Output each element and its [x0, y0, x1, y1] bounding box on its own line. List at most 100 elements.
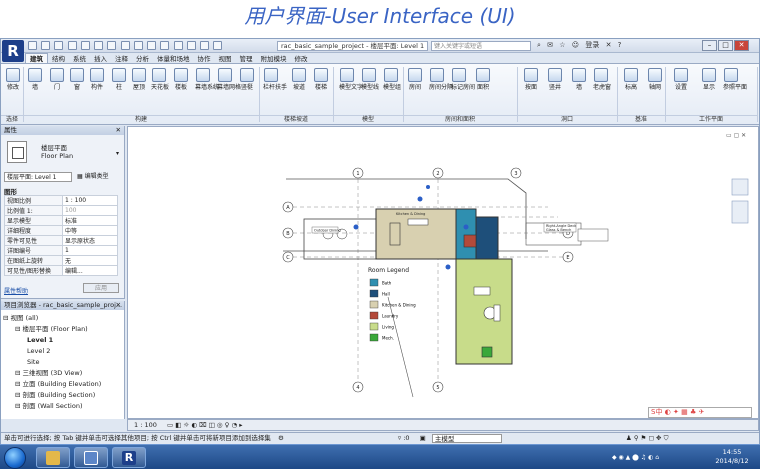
redo-icon[interactable] — [80, 41, 90, 50]
taskbar-app-2[interactable] — [74, 447, 108, 468]
filter-selection-icon[interactable]: ⛉ — [664, 434, 669, 442]
ribbon-group-label[interactable]: 选择 — [1, 115, 23, 124]
tray-icons[interactable]: ◆ ◉ ▲ ⬤ ♫ ◐ ⌂ — [612, 454, 659, 461]
ribbon-button-22[interactable]: 按面 — [523, 68, 539, 91]
ribbon-button-29[interactable]: 显示 — [701, 68, 717, 91]
taskbar-revit[interactable]: R — [112, 447, 146, 468]
app-logo-button[interactable]: R — [2, 40, 24, 62]
ribbon-button-2[interactable]: 门 — [49, 68, 65, 91]
ribbon-button-11[interactable]: 竖梃 — [239, 68, 255, 91]
select-pinned-icon[interactable]: ⚑ — [641, 434, 647, 442]
temporary-hide-icon[interactable]: ◎ — [217, 421, 223, 429]
dimension-icon[interactable] — [120, 41, 130, 50]
navigation-bar-icon[interactable] — [731, 200, 749, 224]
ribbon-button-30[interactable]: 参照平面 — [723, 68, 747, 91]
filter-icon[interactable]: ▿ — [398, 434, 401, 442]
edit-type-button[interactable]: ▦ 编辑类型 — [77, 172, 109, 182]
property-row[interactable]: 详图编号 1 — [4, 245, 118, 256]
property-value[interactable]: 1 : 100 — [62, 195, 118, 206]
start-button[interactable] — [4, 447, 26, 469]
properties-close-icon[interactable]: ✕ — [116, 126, 121, 135]
ribbon-button-16[interactable]: 模型线 — [361, 68, 379, 91]
property-row[interactable]: 视图比例 1 : 100 — [4, 195, 118, 206]
project-browser-close-icon[interactable]: ✕ — [116, 301, 121, 310]
ribbon-button-26[interactable]: 标高 — [623, 68, 639, 91]
view-scale[interactable]: 1 : 100 — [134, 421, 157, 429]
drawing-canvas[interactable]: A B C D E 1 2 3 4 5 Outdoor Dining Kitch… — [127, 126, 759, 419]
user-icon[interactable]: ☺ — [572, 41, 579, 49]
close-icon[interactable]: ✕ — [734, 40, 749, 51]
ribbon-button-27[interactable]: 轴网 — [647, 68, 663, 91]
thin-lines-icon[interactable] — [173, 41, 183, 50]
ribbon-button-19[interactable]: 房间分隔 — [429, 68, 453, 91]
tree-node[interactable]: ⊟ 立面 (Building Elevation) — [3, 379, 101, 390]
visual-style-icon[interactable]: ◧ — [175, 421, 181, 429]
ribbon-button-18[interactable]: 房间 — [407, 68, 423, 91]
qat-dropdown-icon[interactable] — [213, 41, 223, 50]
tree-node[interactable]: ⊟ 楼层平面 (Floor Plan) — [3, 324, 101, 335]
property-row[interactable]: 在图纸上旋转无 — [4, 255, 118, 266]
taskbar-explorer[interactable] — [36, 447, 70, 468]
ribbon-button-17[interactable]: 模型组 — [383, 68, 401, 91]
tree-expand-icon[interactable]: ⊟ — [15, 402, 23, 410]
switch-windows-icon[interactable] — [200, 41, 210, 50]
ribbon-button-4[interactable]: 构件 — [89, 68, 105, 91]
ribbon-button-12[interactable]: 栏杆扶手 — [263, 68, 287, 91]
ribbon-button-8[interactable]: 楼板 — [173, 68, 189, 91]
shadows-icon[interactable]: ◐ — [191, 421, 197, 429]
ribbon-button-0[interactable]: 修改 — [5, 68, 21, 91]
properties-help-link[interactable]: 属性帮助 — [4, 286, 28, 295]
type-selector[interactable]: 楼层平面 Floor Plan — [41, 144, 73, 160]
apply-button[interactable]: 应用 — [83, 283, 119, 293]
property-value[interactable]: 无 — [62, 255, 118, 266]
property-row[interactable]: 显示模型 标准 — [4, 215, 118, 226]
save-icon[interactable] — [41, 41, 51, 50]
view-controls-icon[interactable]: ▭ ▢ ✕ — [726, 132, 746, 139]
select-by-face-icon[interactable]: ◻ — [649, 434, 654, 442]
ribbon-button-1[interactable]: 墙 — [27, 68, 43, 91]
model-select[interactable]: 主模型 — [431, 433, 502, 443]
ribbon-group-label[interactable]: 模型 — [333, 115, 403, 124]
ribbon-group-label[interactable]: 工作平面 — [665, 115, 757, 124]
tree-node[interactable]: Site — [3, 357, 101, 368]
tree-expand-icon[interactable]: ⊟ — [15, 380, 23, 388]
print-icon[interactable] — [94, 41, 104, 50]
property-row[interactable]: 零件可见性 显示原状态 — [4, 235, 118, 246]
select-links-icon[interactable]: ♟ — [626, 434, 632, 442]
ribbon-group-label[interactable]: 基准 — [617, 115, 665, 124]
exchange-icon[interactable]: ✕ — [606, 41, 612, 49]
help-search-input[interactable]: 键入关键字或短语 — [431, 41, 531, 51]
taskbar-clock[interactable]: 14:55 2014/8/12 — [706, 448, 758, 466]
ribbon-group-label[interactable]: 楼梯坡道 — [259, 115, 333, 124]
ribbon-button-9[interactable]: 幕墙系统 — [195, 68, 219, 91]
property-value[interactable]: 100 — [62, 205, 118, 216]
ribbon-button-10[interactable]: 幕墙网格 — [217, 68, 241, 91]
tree-node[interactable]: ⊟ 三维视图 (3D View) — [3, 368, 101, 379]
ribbon-button-25[interactable]: 老虎窗 — [593, 68, 611, 91]
tree-expand-icon[interactable]: ⊟ — [15, 369, 23, 377]
text-icon[interactable] — [133, 41, 143, 50]
tree-node[interactable]: Level 2 — [3, 346, 101, 357]
communication-icon[interactable]: ☆ — [559, 41, 565, 49]
property-row[interactable]: 详细程度 中等 — [4, 225, 118, 236]
ribbon-button-15[interactable]: 模型文字 — [339, 68, 363, 91]
show-crop-icon[interactable]: ◫ — [209, 421, 215, 429]
view-cube-icon[interactable] — [731, 178, 749, 196]
analysis-icon[interactable]: ◔ — [231, 421, 237, 429]
section-icon[interactable] — [160, 41, 170, 50]
view-bar-arrow-icon[interactable]: ▸ — [239, 421, 242, 429]
crop-view-icon[interactable]: ⌧ — [199, 421, 207, 429]
sun-path-icon[interactable]: ☼ — [183, 421, 189, 429]
ribbon-button-5[interactable]: 柱 — [111, 68, 127, 91]
ribbon-button-13[interactable]: 坡道 — [291, 68, 307, 91]
property-value[interactable]: 中等 — [62, 225, 118, 236]
binoculars-icon[interactable]: ⌕ — [537, 41, 541, 49]
tree-expand-icon[interactable]: ⊟ — [15, 325, 23, 333]
ribbon-button-24[interactable]: 墙 — [571, 68, 587, 91]
ribbon-button-21[interactable]: 面积 — [475, 68, 491, 91]
ribbon-group-label[interactable]: 房间和面积 — [403, 115, 517, 124]
maximize-icon[interactable]: □ — [718, 40, 733, 51]
sign-in-label[interactable]: 登录 — [585, 41, 599, 49]
property-value[interactable]: 显示原状态 — [62, 235, 118, 246]
ribbon-button-3[interactable]: 窗 — [69, 68, 85, 91]
